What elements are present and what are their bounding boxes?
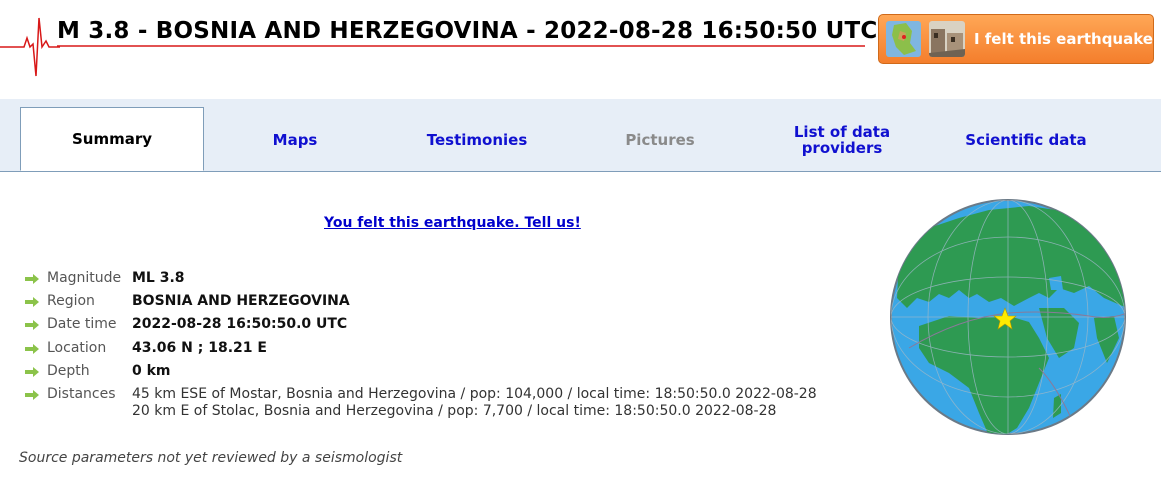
param-value: ML 3.8 (132, 270, 185, 286)
tab-scientific-data[interactable]: Scientific data (932, 108, 1120, 171)
tab-bar: Summary Maps Testimonies Pictures List o… (0, 99, 1161, 172)
green-arrow-icon (25, 389, 39, 400)
page-header: M 3.8 - BOSNIA AND HERZEGOVINA - 2022-08… (0, 0, 1161, 90)
tab-maps[interactable]: Maps (204, 108, 386, 171)
tab-summary[interactable]: Summary (20, 107, 204, 171)
tab-pictures[interactable]: Pictures (568, 108, 752, 171)
param-depth: Depth 0 km (25, 363, 817, 386)
param-label: Distances (47, 385, 116, 402)
param-label: Date time (47, 316, 117, 333)
param-value: 43.06 N ; 18.21 E (132, 339, 267, 356)
review-note: Source parameters not yet reviewed by a … (19, 450, 403, 466)
green-arrow-icon (25, 274, 39, 284)
param-location: Location 43.06 N ; 18.21 E (25, 340, 817, 363)
title-underline (57, 45, 865, 47)
param-label: Depth (47, 362, 90, 379)
param-label: Magnitude (47, 270, 122, 286)
param-region: Region BOSNIA AND HERZEGOVINA (25, 293, 817, 316)
param-label: Region (47, 293, 95, 310)
epicenter-globe-map (890, 199, 1126, 435)
tab-testimonies[interactable]: Testimonies (386, 108, 568, 171)
param-value: 2022-08-28 16:50:50.0 UTC (132, 316, 348, 333)
i-felt-this-earthquake-button[interactable]: I felt this earthquake (878, 14, 1154, 64)
param-value: 0 km (132, 362, 171, 379)
green-arrow-icon (25, 366, 39, 377)
page-title: M 3.8 - BOSNIA AND HERZEGOVINA - 2022-08… (57, 18, 878, 44)
param-date-time: Date time 2022-08-28 16:50:50.0 UTC (25, 316, 817, 339)
tab-list-of-data-providers-label: List of data providers (793, 122, 891, 157)
param-distances: Distances 45 km ESE of Mostar, Bosnia an… (25, 386, 817, 420)
param-value: BOSNIA AND HERZEGOVINA (132, 293, 350, 310)
param-magnitude: Magnitude ML 3.8 (25, 270, 817, 293)
distance-line: 45 km ESE of Mostar, Bosnia and Herzegov… (132, 385, 817, 402)
seismogram-logo (0, 17, 60, 77)
green-arrow-icon (25, 320, 39, 331)
felt-button-label: I felt this earthquake (973, 30, 1153, 48)
green-arrow-icon (25, 297, 39, 308)
earthquake-parameters: Magnitude ML 3.8 Region BOSNIA AND HERZE… (25, 270, 817, 420)
param-label: Location (47, 339, 107, 356)
green-arrow-icon (25, 343, 39, 354)
tell-us-link[interactable]: You felt this earthquake. Tell us! (324, 215, 581, 231)
distance-line: 20 km E of Stolac, Bosnia and Herzegovin… (132, 402, 777, 419)
damaged-building-photo-icon (929, 21, 965, 57)
tab-list-of-data-providers[interactable]: List of data providers (752, 108, 932, 171)
map-thumbnail-icon (886, 21, 922, 57)
